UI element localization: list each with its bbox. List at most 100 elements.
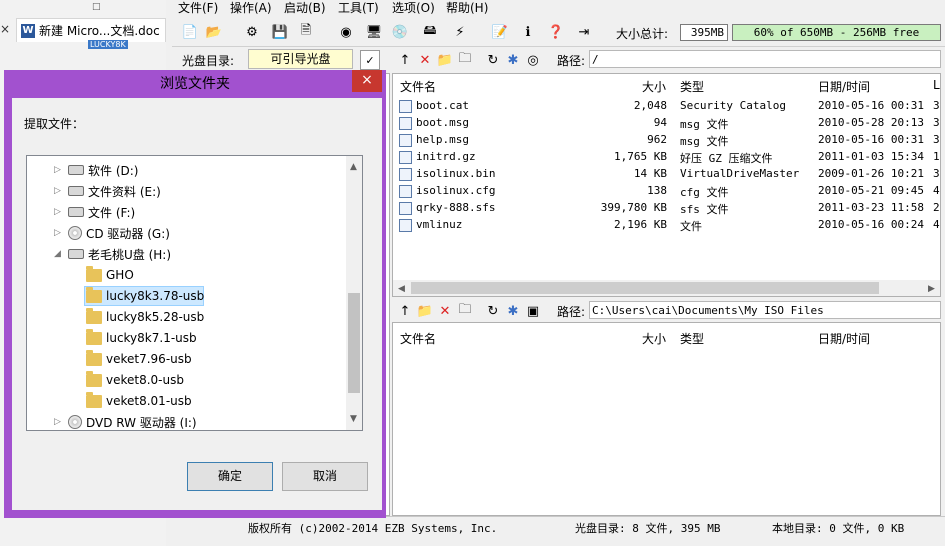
cancel-button[interactable]: 取消	[282, 462, 368, 491]
scroll-right-icon[interactable]: ▶	[928, 284, 935, 294]
new-folder-icon[interactable]: 📁	[436, 51, 454, 69]
up-icon[interactable]: ↑	[396, 51, 414, 69]
tree-node[interactable]: lucky8k5.28-usb	[86, 307, 204, 327]
tree-node-label: veket8.0-usb	[106, 373, 184, 387]
copyright-text: 版权所有 (c)2002-2014 EZB Systems, Inc.	[248, 522, 498, 535]
local-path-field[interactable]: C:\Users\cai\Documents\My ISO Files	[589, 301, 941, 319]
local-path-label: 路径:	[557, 305, 586, 319]
menu-tools[interactable]: 工具(T)	[338, 0, 379, 16]
exit-icon[interactable]: ⇥	[574, 22, 594, 42]
tree-node[interactable]: ◢ 老毛桃U盘 (H:)	[54, 244, 171, 264]
tree-node[interactable]: ▷ CD 驱动器 (G:)	[54, 223, 170, 243]
tree-node[interactable]: GHO	[86, 265, 134, 285]
cell-extra: 2	[933, 201, 940, 214]
menu-file[interactable]: 文件(F)	[178, 0, 218, 16]
column-name[interactable]: 文件名	[400, 78, 436, 95]
tree-node-label: GHO	[106, 268, 134, 282]
tree-node[interactable]: veket8.0-usb	[86, 370, 184, 390]
tree-node-label: 文件资料 (E:)	[88, 184, 161, 199]
cell-size: 2,196 KB	[614, 218, 667, 231]
horizontal-scroll-thumb[interactable]	[411, 282, 879, 294]
hard-drive-icon	[68, 186, 84, 196]
rename-icon[interactable]: 🗀	[456, 51, 474, 69]
disc-type-field[interactable]: 可引导光盘	[248, 49, 353, 69]
tree-node[interactable]: ▷ DVD RW 驱动器 (I:)	[54, 412, 197, 432]
expand-arrow-icon[interactable]: ▷	[54, 165, 64, 175]
tree-node[interactable]: lucky8k3.78-usb	[86, 286, 204, 306]
cell-name: boot.cat	[416, 99, 469, 112]
gear-icon[interactable]: ⚡	[450, 22, 470, 42]
local-view-icon[interactable]: ▣	[524, 302, 542, 320]
local-settings-icon[interactable]: ✱	[504, 302, 522, 320]
local-column-size[interactable]: 大小	[642, 330, 666, 347]
file-icon	[399, 168, 412, 181]
local-up-icon[interactable]: ↑	[396, 302, 414, 320]
dialog-close-button[interactable]: ×	[352, 70, 382, 92]
settings-icon[interactable]: ✱	[504, 51, 522, 69]
info-icon[interactable]: ℹ	[518, 22, 538, 42]
expand-arrow-icon[interactable]: ▷	[54, 417, 64, 427]
vertical-scroll-thumb[interactable]	[348, 293, 360, 393]
scroll-left-icon[interactable]: ◀	[398, 284, 405, 294]
delete-icon[interactable]: ✕	[416, 51, 434, 69]
tree-node-label: veket8.01-usb	[106, 394, 192, 408]
menu-help[interactable]: 帮助(H)	[446, 0, 488, 16]
cell-extra: 1	[933, 150, 940, 163]
cell-type: msg 文件	[680, 118, 729, 131]
cd-icon[interactable]: 💿	[390, 22, 410, 42]
expand-arrow-icon[interactable]: ▷	[54, 228, 64, 238]
column-extra[interactable]: L	[933, 78, 940, 92]
local-rename-icon[interactable]: 🗀	[456, 302, 474, 320]
file-icon	[399, 134, 412, 147]
scroll-up-icon[interactable]: ▲	[350, 162, 357, 172]
local-column-date[interactable]: 日期/时间	[818, 330, 870, 347]
local-refresh-icon[interactable]: ↻	[484, 302, 502, 320]
open-icon[interactable]: 📂	[204, 22, 224, 42]
menu-boot[interactable]: 启动(B)	[284, 0, 326, 16]
collapse-arrow-icon[interactable]: ◢	[54, 249, 64, 259]
cell-name: qrky-888.sfs	[416, 201, 496, 214]
tree-node[interactable]: lucky8k7.1-usb	[86, 328, 197, 348]
tree-node[interactable]: ▷ 文件资料 (E:)	[54, 181, 161, 201]
cell-extra: 4	[933, 218, 940, 231]
cd-drive-icon	[68, 226, 82, 240]
restore-icon[interactable]: □	[92, 2, 101, 12]
column-size[interactable]: 大小	[642, 78, 666, 95]
scroll-down-icon[interactable]: ▼	[350, 414, 357, 424]
local-delete-icon[interactable]: ✕	[436, 302, 454, 320]
refresh-icon[interactable]: ↻	[484, 51, 502, 69]
properties-icon[interactable]: 📝	[490, 22, 510, 42]
tree-node[interactable]: ▷ 文件 (F:)	[54, 202, 135, 222]
save-icon[interactable]: 💾	[270, 22, 290, 42]
tree-node-label: 软件 (D:)	[88, 163, 139, 178]
save-as-icon[interactable]: 🗎	[296, 22, 316, 42]
folder-icon	[86, 307, 102, 324]
tree-node[interactable]: veket8.01-usb	[86, 391, 192, 411]
iso-path-field[interactable]: /	[589, 50, 941, 68]
local-column-type[interactable]: 类型	[680, 330, 704, 347]
local-file-list	[392, 322, 941, 516]
extract-icon[interactable]: ⚙	[242, 22, 262, 42]
expand-arrow-icon[interactable]: ▷	[54, 186, 64, 196]
column-date[interactable]: 日期/时间	[818, 78, 870, 95]
expand-arrow-icon[interactable]: ▷	[54, 207, 64, 217]
burn-icon[interactable]: ◉	[336, 22, 356, 42]
menu-options[interactable]: 选项(O)	[392, 0, 435, 16]
cell-extra: 3	[933, 133, 940, 146]
tree-node[interactable]: ▷ 软件 (D:)	[54, 160, 138, 180]
column-type[interactable]: 类型	[680, 78, 704, 95]
new-icon[interactable]: 📄	[180, 22, 200, 42]
cell-date: 2010-05-28 20:13	[818, 116, 924, 129]
local-new-folder-icon[interactable]: 📁	[416, 302, 434, 320]
tree-node[interactable]: veket7.96-usb	[86, 349, 192, 369]
close-tab-icon[interactable]: ×	[0, 22, 10, 36]
view-icon[interactable]: ◎	[524, 51, 542, 69]
ok-button[interactable]: 确定	[187, 462, 273, 491]
disc-edit-button[interactable]: ✓	[360, 50, 380, 70]
help-icon[interactable]: ❓	[546, 22, 566, 42]
image-icon[interactable]: 🖥	[364, 22, 384, 42]
menu-action[interactable]: 操作(A)	[230, 0, 272, 16]
document-tab[interactable]: W 新建 Micro...文档.doc	[16, 18, 166, 42]
disk-icon[interactable]: 🖴	[420, 22, 440, 42]
local-column-name[interactable]: 文件名	[400, 330, 436, 347]
